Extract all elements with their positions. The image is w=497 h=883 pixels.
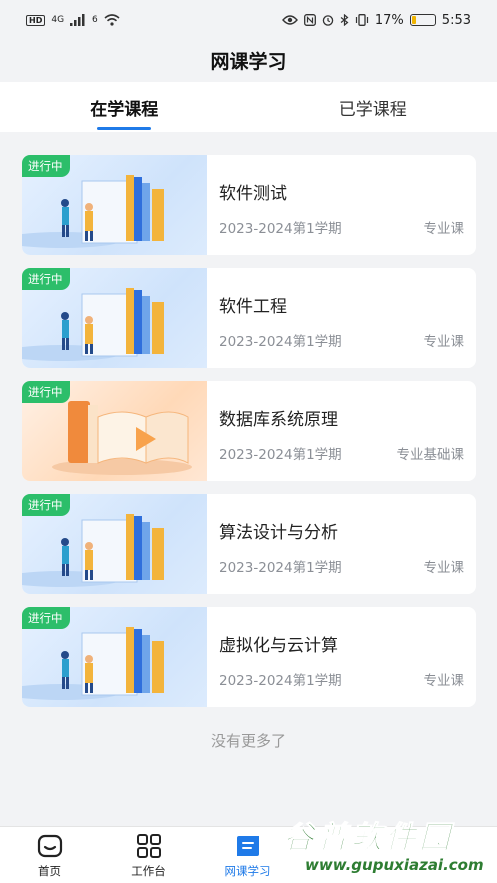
course-type: 专业课 bbox=[423, 560, 465, 576]
status-badge: 进行中 bbox=[22, 494, 70, 516]
course-type: 专业课 bbox=[423, 673, 465, 689]
course-type: 专业基础课 bbox=[396, 447, 465, 463]
course-list: 进行中 软件测试 2023-2024第1学期 专业课 进行中 软件工程 2023… bbox=[22, 155, 476, 720]
alarm-icon bbox=[322, 15, 334, 26]
tab-active-indicator bbox=[97, 127, 152, 130]
hd-badge: HD bbox=[26, 14, 46, 26]
status-bar: HD 4G 6 17% 5:53 bbox=[0, 0, 497, 40]
nav-label: 首页 bbox=[38, 863, 61, 878]
book-play-illustration: 进行中 bbox=[22, 381, 207, 481]
tab-finished-courses[interactable]: 已学课程 bbox=[249, 82, 497, 132]
course-meta: 2023-2024第1学期 专业基础课 bbox=[219, 443, 464, 463]
nfc-icon bbox=[303, 14, 316, 26]
course-info: 软件测试 2023-2024第1学期 专业课 bbox=[207, 155, 476, 255]
end-of-list-text: 没有更多了 bbox=[210, 732, 286, 750]
course-meta: 2023-2024第1学期 专业课 bbox=[219, 556, 464, 576]
course-type: 专业课 bbox=[423, 221, 465, 237]
course-meta: 2023-2024第1学期 专业课 bbox=[219, 330, 464, 350]
course-info: 数据库系统原理 2023-2024第1学期 专业基础课 bbox=[207, 381, 476, 481]
course-name: 软件测试 bbox=[219, 184, 287, 204]
books-illustration: 进行中 bbox=[22, 268, 207, 368]
home-icon bbox=[36, 832, 64, 860]
status-badge: 进行中 bbox=[22, 607, 70, 629]
status-badge: 进行中 bbox=[22, 268, 70, 290]
bottom-nav: 首页 工作台 网课学习 bbox=[0, 826, 497, 883]
bluetooth-icon bbox=[340, 14, 349, 26]
vibrate-icon bbox=[355, 14, 368, 26]
course-card[interactable]: 进行中 虚拟化与云计算 2023-2024第1学期 专业课 bbox=[22, 607, 476, 707]
battery-icon bbox=[409, 14, 436, 26]
course-name: 数据库系统原理 bbox=[219, 410, 338, 430]
course-term: 2023-2024第1学期 bbox=[219, 560, 342, 576]
signal-icon bbox=[70, 14, 85, 26]
network-type: 4G bbox=[51, 15, 65, 25]
course-term: 2023-2024第1学期 bbox=[219, 447, 342, 463]
course-info: 算法设计与分析 2023-2024第1学期 专业课 bbox=[207, 494, 476, 594]
battery-percent: 17% bbox=[374, 12, 404, 28]
course-name: 虚拟化与云计算 bbox=[219, 636, 338, 656]
page-title: 网课学习 bbox=[210, 50, 287, 73]
course-info: 虚拟化与云计算 2023-2024第1学期 专业课 bbox=[207, 607, 476, 707]
status-left: HD 4G 6 bbox=[26, 14, 120, 26]
course-tabs: 在学课程 已学课程 bbox=[0, 82, 497, 132]
books-illustration: 进行中 bbox=[22, 494, 207, 594]
wifi-label: 6 bbox=[92, 15, 98, 25]
tab-label: 在学课程 bbox=[90, 99, 159, 120]
course-name: 算法设计与分析 bbox=[219, 523, 338, 543]
nav-label: 工作台 bbox=[131, 863, 166, 878]
course-card[interactable]: 进行中 软件测试 2023-2024第1学期 专业课 bbox=[22, 155, 476, 255]
course-meta: 2023-2024第1学期 专业课 bbox=[219, 217, 464, 237]
nav-online-course[interactable]: 网课学习 bbox=[198, 827, 297, 883]
nav-workbench[interactable]: 工作台 bbox=[99, 827, 198, 883]
course-info: 软件工程 2023-2024第1学期 专业课 bbox=[207, 268, 476, 368]
wifi-icon bbox=[104, 14, 120, 26]
course-card[interactable]: 进行中 算法设计与分析 2023-2024第1学期 专业课 bbox=[22, 494, 476, 594]
course-card[interactable]: 进行中 数据库系统原理 2023-2024第1学期 专业基础课 bbox=[22, 381, 476, 481]
tab-current-courses[interactable]: 在学课程 bbox=[0, 82, 249, 132]
clock-time: 5:53 bbox=[441, 12, 471, 28]
books-illustration: 进行中 bbox=[22, 607, 207, 707]
course-term: 2023-2024第1学期 bbox=[219, 673, 342, 689]
course-term: 2023-2024第1学期 bbox=[219, 221, 342, 237]
course-meta: 2023-2024第1学期 专业课 bbox=[219, 669, 464, 689]
eye-icon bbox=[281, 15, 298, 25]
status-right: 17% 5:53 bbox=[281, 12, 471, 28]
course-card[interactable]: 进行中 软件工程 2023-2024第1学期 专业课 bbox=[22, 268, 476, 368]
course-term: 2023-2024第1学期 bbox=[219, 334, 342, 350]
battery-fill bbox=[411, 16, 416, 24]
nav-item-4[interactable] bbox=[297, 827, 396, 883]
course-type: 专业课 bbox=[423, 334, 465, 350]
books-illustration: 进行中 bbox=[22, 155, 207, 255]
status-badge: 进行中 bbox=[22, 381, 70, 403]
nav-home[interactable]: 首页 bbox=[0, 827, 99, 883]
nav-item-5[interactable] bbox=[396, 827, 495, 883]
tab-label: 已学课程 bbox=[338, 99, 407, 120]
course-icon bbox=[234, 832, 262, 860]
status-badge: 进行中 bbox=[22, 155, 70, 177]
nav-label: 网课学习 bbox=[224, 863, 271, 878]
grid-icon bbox=[135, 832, 163, 860]
course-name: 软件工程 bbox=[219, 297, 287, 317]
